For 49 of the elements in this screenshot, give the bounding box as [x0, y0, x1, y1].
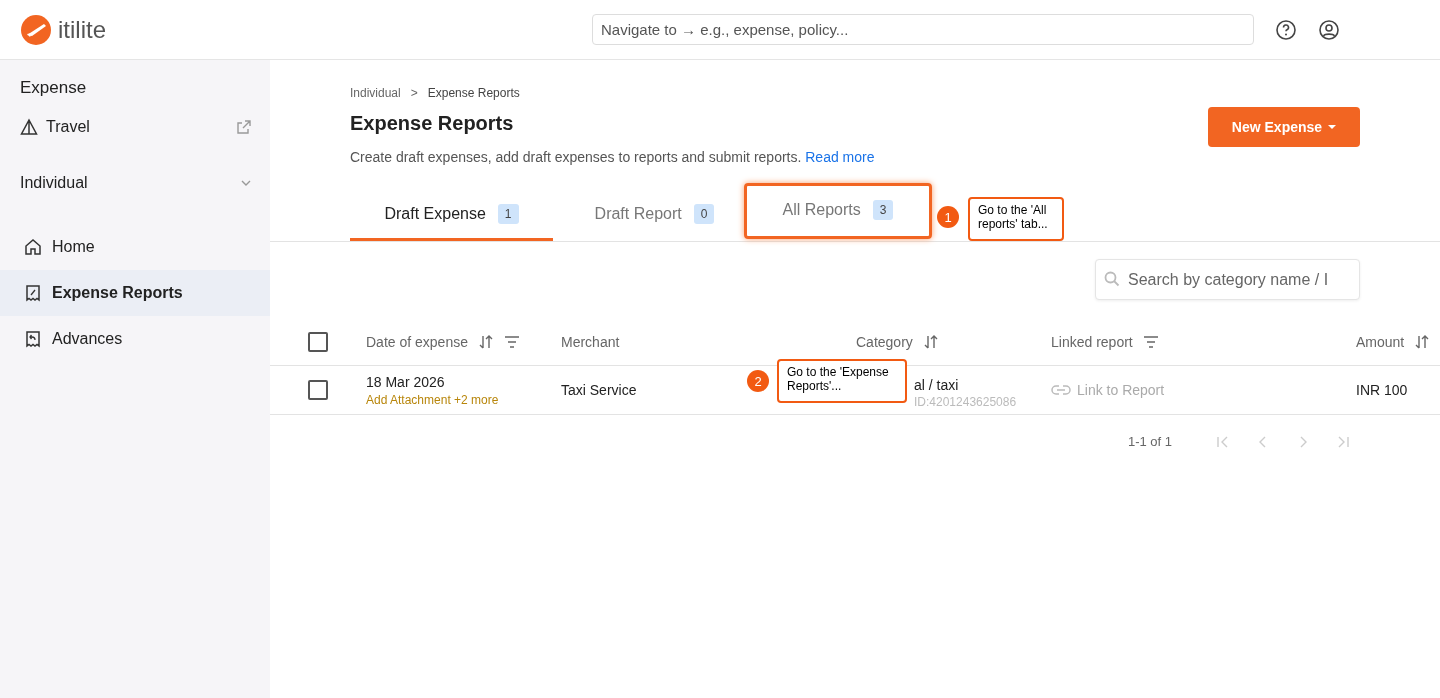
logo-icon: [20, 13, 52, 46]
search-field[interactable]: Search by category name / I: [1095, 259, 1360, 300]
tab[interactable]: Draft Expense 1: [350, 189, 553, 241]
sidebar-item[interactable]: Expense Reports: [0, 270, 270, 316]
filter-icon[interactable]: [1142, 336, 1159, 348]
amount: INR 100: [1356, 382, 1408, 398]
sort-icon[interactable]: [477, 334, 494, 350]
page-description: Create draft expenses, add draft expenses to reports and submit reports.: [350, 149, 802, 165]
step-note: Go to the 'All reports' tab...: [968, 197, 1064, 241]
group-toggle[interactable]: Individual: [0, 170, 270, 196]
link-icon: [1051, 384, 1071, 396]
home-icon: [24, 238, 42, 256]
user-icon[interactable]: [1318, 18, 1340, 41]
receipt-arrow-icon: [24, 330, 42, 348]
merchant-name: Taxi Service: [561, 382, 637, 398]
sort-icon[interactable]: [922, 334, 939, 350]
column-header: Amount: [1356, 334, 1405, 350]
step-marker: 1: [937, 206, 959, 228]
breadcrumb-item: Expense Reports: [427, 86, 520, 100]
column-header: Category: [856, 334, 913, 350]
row-checkbox[interactable]: [308, 380, 328, 400]
help-icon[interactable]: [1275, 18, 1297, 41]
sidebar-item[interactable]: Home: [0, 224, 270, 270]
step-marker: 2: [747, 370, 769, 392]
receipt-icon: [24, 284, 42, 302]
travel-link[interactable]: Travel: [0, 114, 270, 140]
page-title: Expense Reports: [350, 112, 515, 135]
external-link-icon: [236, 119, 252, 135]
section-title: Expense: [19, 78, 88, 98]
expense-date: 18 Mar 2026: [366, 373, 446, 390]
filter-icon[interactable]: [503, 336, 520, 348]
page-range: 1-1 of 1: [1127, 434, 1172, 449]
search-icon: [1104, 271, 1120, 287]
column-header: Linked report: [1051, 334, 1133, 350]
read-more-link[interactable]: Read more: [805, 149, 875, 165]
breadcrumb-separator: >: [410, 86, 418, 100]
caret-icon: [1328, 124, 1337, 130]
category-id: ID:4201243625086: [914, 395, 1018, 409]
step-note: Go to the 'Expense Reports'...: [777, 359, 907, 403]
sort-icon[interactable]: [1414, 334, 1431, 350]
column-header: Date of expense: [366, 334, 468, 350]
breadcrumb-item[interactable]: Individual: [350, 86, 401, 100]
logo-text: itilite: [58, 15, 106, 44]
sidebar-item[interactable]: Advances: [0, 316, 270, 362]
warning-triangle-icon: [20, 118, 38, 136]
category-name: al / taxi: [914, 377, 960, 393]
navigate-field[interactable]: Navigate to → e.g., expense, policy...: [592, 14, 1254, 45]
column-header: Merchant: [561, 334, 620, 350]
select-all-checkbox[interactable]: [308, 332, 328, 352]
